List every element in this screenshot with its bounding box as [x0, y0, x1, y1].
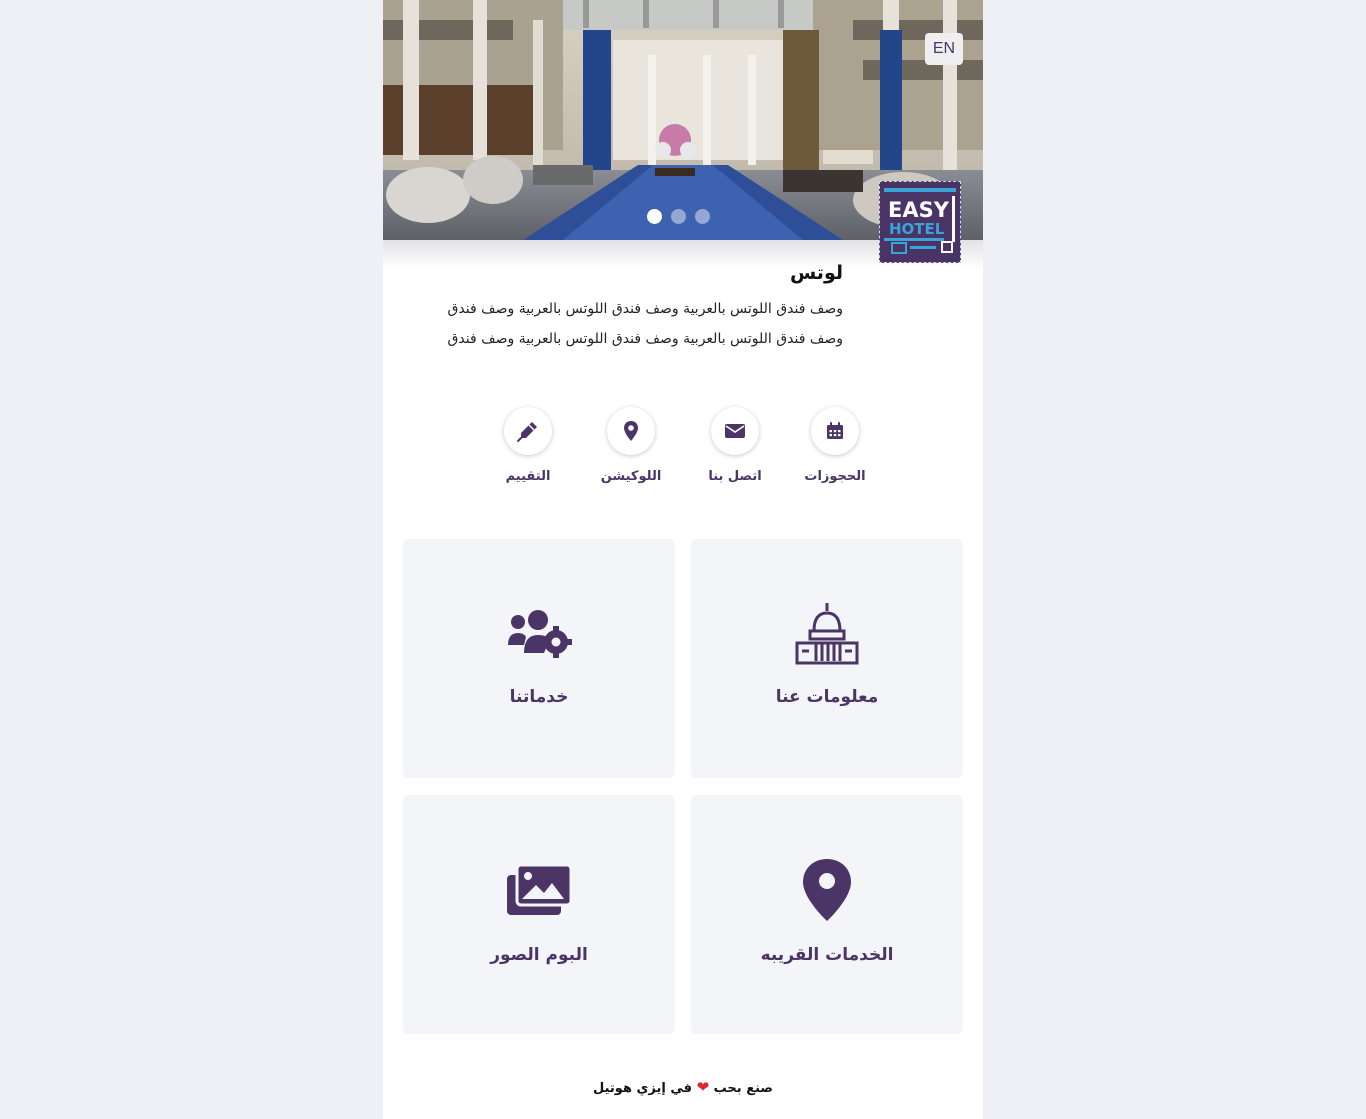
- about-us-card[interactable]: معلومات عنا: [691, 539, 963, 778]
- location-circle: [607, 407, 655, 455]
- our-services-card[interactable]: خدماتنا: [403, 539, 675, 778]
- footer-made-with: صنع بحب: [713, 1081, 773, 1096]
- slider-dot[interactable]: [671, 209, 686, 224]
- calendar-icon: [827, 422, 843, 439]
- slider-dots: [647, 209, 710, 224]
- bookings-label: الحجوزات: [804, 469, 866, 484]
- slider-dot[interactable]: [695, 209, 710, 224]
- footer: صنع بحب ❤ في إيزي هوتيل: [383, 1078, 983, 1096]
- contact-circle: [711, 407, 759, 455]
- hotel-logo: EASY HOTEL: [879, 181, 961, 263]
- images-icon: [507, 863, 572, 915]
- map-pin-icon: [624, 421, 638, 441]
- photo-album-card[interactable]: البوم الصور: [403, 795, 675, 1034]
- hotel-name: لوتس: [789, 262, 843, 284]
- users-gear-icon: [508, 610, 572, 658]
- slider-dot[interactable]: [647, 209, 662, 224]
- bookings-button[interactable]: الحجوزات: [790, 407, 880, 484]
- contact-us-label: اتصل بنا: [708, 469, 762, 484]
- contact-us-button[interactable]: اتصل بنا: [690, 407, 780, 484]
- pen-icon: [517, 422, 537, 442]
- location-button[interactable]: اللوكيشن: [586, 407, 676, 484]
- logo-text-bottom: HOTEL: [889, 220, 945, 238]
- nearby-services-card[interactable]: الخدمات القريبه: [691, 795, 963, 1034]
- rating-label: التقييم: [505, 469, 551, 484]
- hotel-description: وصف فندق اللوتس بالعربية وصف فندق اللوتس…: [447, 301, 843, 347]
- building-icon: [795, 603, 859, 665]
- about-us-title: معلومات عنا: [775, 687, 879, 707]
- footer-company: في إيزي هوتيل: [593, 1081, 693, 1096]
- language-toggle-button[interactable]: EN: [925, 33, 963, 65]
- map-marker-icon: [803, 859, 851, 921]
- location-label: اللوكيشن: [600, 469, 662, 484]
- rating-circle: [504, 407, 552, 455]
- envelope-icon: [725, 424, 745, 438]
- heart-icon: ❤: [696, 1078, 710, 1096]
- hotel-page: EN EASY HOTEL لوتس وصف فندق اللوتس بالعر…: [383, 0, 983, 1119]
- logo-text-top: EASY: [888, 198, 950, 222]
- our-services-title: خدماتنا: [509, 687, 569, 707]
- rating-button[interactable]: التقييم: [483, 407, 573, 484]
- photo-album-title: البوم الصور: [490, 945, 588, 965]
- nearby-services-title: الخدمات القريبه: [760, 945, 894, 965]
- bookings-circle: [811, 407, 859, 455]
